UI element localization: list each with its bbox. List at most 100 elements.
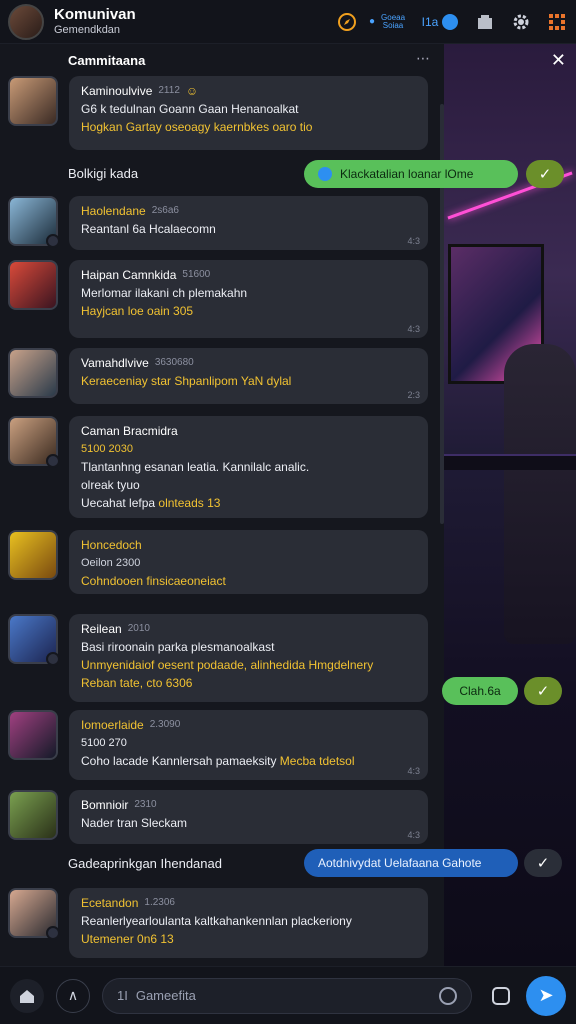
list-item[interactable]: Kaminoulvive 2112 ☺ G6 k tedulnan Goann Ga… <box>8 76 428 150</box>
message-meta: 2010 <box>127 623 150 634</box>
message-text: Reanlerlyearloulanta kaltkahankennlan pl… <box>81 914 352 928</box>
message-author-row: Caman Bracmidra <box>81 422 416 440</box>
message-bubble: Vamahdlvive 3630680 Keraeceniay star Shpa… <box>69 348 428 404</box>
gear-icon[interactable] <box>510 11 532 33</box>
message-text: Tlantanhng esanan leatia. Kannilalc anal… <box>81 460 310 474</box>
message-meta: 2112 <box>158 85 180 96</box>
message-meta: 3630680 <box>154 357 194 368</box>
message-author: Haolendane <box>81 204 146 218</box>
grid-icon[interactable] <box>546 11 568 33</box>
message-bubble: Haipan Camnkida 51600 Merlomar ilakani ch… <box>69 260 428 338</box>
list-item[interactable]: Honcedoch Oeilon 2300 Cohndooen finsicae… <box>8 530 428 594</box>
message-author: Honcedoch <box>81 538 142 552</box>
message-author: Kaminoulvive <box>81 84 153 98</box>
user-avatar[interactable] <box>8 3 44 40</box>
message-meta: 2310 <box>134 799 157 810</box>
list-item[interactable]: Vamahdlvive 3630680 Keraeceniay star Shpa… <box>8 348 428 404</box>
avatar <box>8 260 58 310</box>
confirm-button[interactable]: ✓ <box>524 849 562 877</box>
message-bubble: Kaminoulvive 2112 ☺ G6 k tedulnan Goann Ga… <box>69 76 428 150</box>
message-author-row: Reilean 2010 <box>81 620 416 638</box>
message-text: Coho lacade Kannlersah pamaeksity <box>81 754 277 768</box>
action-pill-label: Aotdnivydat Uelafaana Gahote <box>318 856 482 870</box>
home-button[interactable] <box>10 978 44 1013</box>
message-time: 4:3 <box>407 830 420 840</box>
section-label: Bolkigi kada <box>68 166 139 181</box>
list-item[interactable]: Bomnioir 2310 Nader tran Sleckam 4:3 <box>8 790 428 844</box>
more-icon[interactable]: ⋯ <box>416 50 430 67</box>
send-icon: ➤ <box>538 985 554 1005</box>
message-text: olreak tyuo <box>81 478 140 492</box>
composer-bar: ∧ 1I Gameefita ➤ <box>0 966 576 1024</box>
camera-button[interactable] <box>484 979 518 1013</box>
list-item[interactable]: Haolendane 2s6a6 Reantanl 6a Hcalaecomn 4… <box>8 196 428 250</box>
compass-icon[interactable] <box>336 11 358 33</box>
message-author: Vamahdlvive <box>81 356 149 370</box>
message-meta: 51600 <box>182 269 211 280</box>
message-author: Haipan Camnkida <box>81 268 177 282</box>
confirm-button[interactable]: ✓ <box>524 677 562 705</box>
message-bubble: Bomnioir 2310 Nader tran Sleckam 4:3 <box>69 790 428 844</box>
bell-icon[interactable]: ● Goeaa Soiaa <box>369 11 406 33</box>
emoji-icon: ☺ <box>185 84 199 98</box>
app-window: Komunivan Gemendkdan ● Goeaa Soiaa I1a C… <box>0 0 576 1024</box>
message-author-row: Bomnioir 2310 <box>81 796 416 814</box>
top-bar: Komunivan Gemendkdan ● Goeaa Soiaa I1a <box>0 0 576 44</box>
list-item[interactable]: Caman Bracmidra 5100 2030 Tlantanhng esa… <box>8 416 428 518</box>
message-meta: 1.2306 <box>144 897 175 908</box>
message-highlight: Hogkan Gartay oseoagy kaernbkes oaro tio <box>81 120 313 134</box>
avatar <box>8 614 60 666</box>
header-icons: ● Goeaa Soiaa I1a <box>336 11 568 33</box>
close-icon[interactable]: ✕ <box>551 50 566 71</box>
message-time: 4:3 <box>407 324 420 334</box>
action-pill-label: Clah.6a <box>459 684 501 698</box>
message-author-row: Iomoerlaide 2.3090 <box>81 716 416 734</box>
message-time: 2:3 <box>407 390 420 400</box>
list-item[interactable]: Haipan Camnkida 51600 Merlomar ilakani ch… <box>8 260 428 338</box>
message-highlight: Cohndooen finsicaeoneiact <box>81 574 226 588</box>
message-text: Basi riroonain parka plesmanoalkast <box>81 640 275 654</box>
avatar <box>8 790 58 840</box>
avatar <box>8 76 58 126</box>
action-pill[interactable]: Klackatalian loanar lOme <box>304 160 518 188</box>
app-subtitle: Gemendkdan <box>54 24 121 36</box>
message-author-row: Vamahdlvive 3630680 <box>81 354 416 372</box>
message-author-row: Haolendane 2s6a6 <box>81 202 416 220</box>
section-label: Gadeaprinkgan Ihendanad <box>68 856 222 871</box>
message-highlight: Hayjcan loe oain 305 <box>81 304 194 318</box>
chat-title: Cammitaana <box>68 52 146 68</box>
message-meta: Oeilon 2300 <box>81 557 141 569</box>
avatar <box>8 196 60 248</box>
message-bubble: Ecetandon 1.2306 Reanlerlyearloulanta kal… <box>69 888 428 958</box>
action-pill[interactable]: Aotdnivydat Uelafaana Gahote <box>304 849 518 877</box>
send-button[interactable]: ➤ <box>526 975 566 1016</box>
input-prefix: 1I <box>117 988 128 1003</box>
message-author: Caman Bracmidra <box>81 424 178 438</box>
message-highlight: Utemener 0n6 13 <box>81 932 174 946</box>
input-placeholder: Gameefita <box>135 988 196 1003</box>
list-item[interactable]: Iomoerlaide 2.3090 5100 270 Coho lacade K… <box>8 710 428 780</box>
message-bubble: Honcedoch Oeilon 2300 Cohndooen finsicae… <box>69 530 428 594</box>
confirm-button[interactable]: ✓ <box>526 160 564 188</box>
clock-icon[interactable] <box>439 986 457 1005</box>
message-author: Reilean <box>81 622 122 636</box>
message-input[interactable]: 1I Gameefita <box>102 977 472 1014</box>
message-author-row: Ecetandon 1.2306 <box>81 894 416 912</box>
chevron-up-icon: ∧ <box>67 987 79 1003</box>
message-text: Nader tran Sleckam <box>81 816 188 830</box>
action-pill[interactable]: Clah.6a <box>442 677 518 705</box>
check-icon: ✓ <box>538 166 552 183</box>
check-icon: ✓ <box>536 855 550 872</box>
status-label: I1a <box>421 14 439 29</box>
message-highlight: Keraeceniay star Shpanlipom YaN dylal <box>81 374 292 388</box>
store-icon[interactable] <box>474 11 496 33</box>
message-bubble: Caman Bracmidra 5100 2030 Tlantanhng esa… <box>69 416 428 518</box>
status-icon[interactable]: I1a <box>420 11 460 33</box>
status-badge <box>46 652 60 666</box>
message-author-row: Honcedoch <box>81 536 416 554</box>
list-item[interactable]: Reilean 2010 Basi riroonain parka plesman… <box>8 614 428 702</box>
chat-header: Cammitaana <box>0 44 444 76</box>
back-button[interactable]: ∧ <box>56 978 90 1013</box>
message-meta: 2s6a6 <box>151 205 179 216</box>
list-item[interactable]: Ecetandon 1.2306 Reanlerlyearloulanta kal… <box>8 888 428 958</box>
